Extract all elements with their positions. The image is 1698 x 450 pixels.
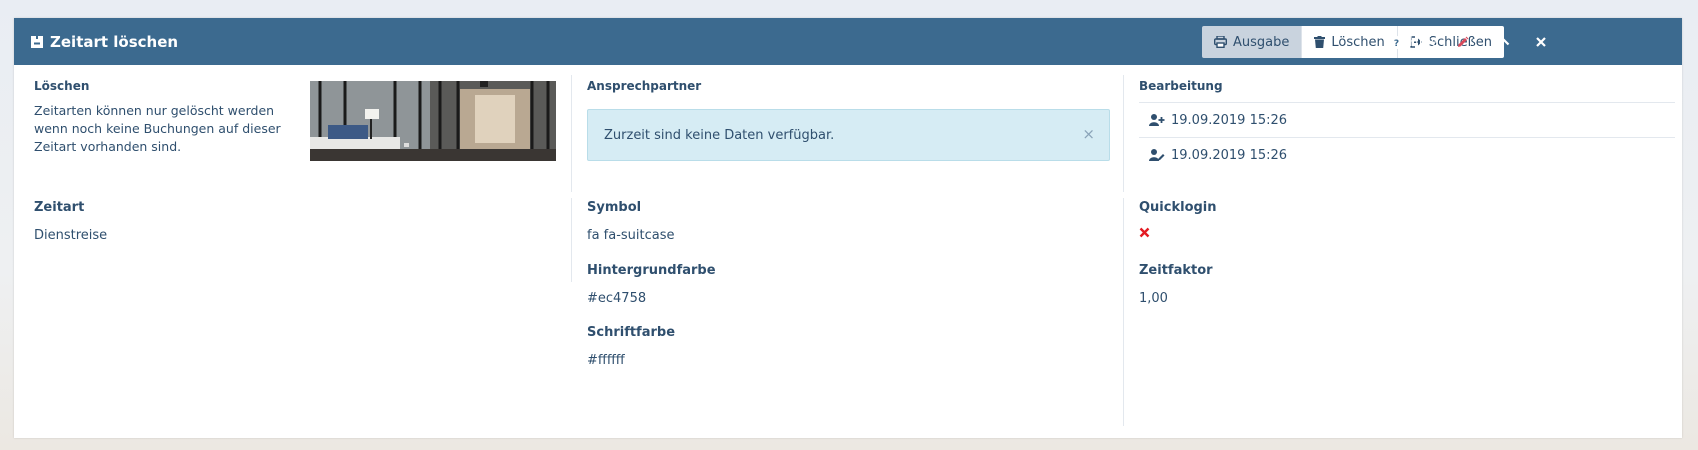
column-divider: [571, 198, 572, 282]
collapse-button[interactable]: [1498, 26, 1510, 58]
pencil-icon: [1456, 36, 1469, 49]
quicklogin-value: [1139, 227, 1150, 238]
chevron-up-icon: [1498, 38, 1510, 46]
dialog-title: Zeitart löschen: [50, 32, 179, 51]
quicklogin-label: Quicklogin: [1139, 200, 1217, 215]
zeitart-label: Zeitart: [34, 200, 85, 215]
dialog-panel: Zeitart löschen Ausgabe Löschen Schließe…: [14, 18, 1682, 438]
column-divider: [571, 75, 572, 192]
user-plus-icon: [1149, 114, 1165, 126]
modified-timestamp: 19.09.2019 15:26: [1171, 147, 1288, 163]
column-divider: [1123, 75, 1124, 192]
zeitfaktor-label: Zeitfaktor: [1139, 263, 1213, 278]
delete-button[interactable]: Löschen: [1302, 26, 1398, 58]
delete-description: Zeitarten können nur gelöscht werden wen…: [34, 103, 281, 154]
created-row: 19.09.2019 15:26: [1139, 102, 1675, 137]
bg-color-value: #ec4758: [587, 291, 647, 306]
office-photo: [310, 81, 556, 161]
print-button[interactable]: Ausgabe: [1202, 26, 1303, 58]
font-color-label: Schriftfarbe: [587, 325, 676, 340]
print-button-label: Ausgabe: [1233, 34, 1290, 50]
help-button-label: Hilfe: [1409, 34, 1439, 50]
modified-row: 19.09.2019 15:26: [1139, 137, 1675, 172]
help-button[interactable]: ? Hilfe: [1390, 26, 1439, 58]
edit-pencil-button[interactable]: [1456, 26, 1469, 58]
alert-message: Zurzeit sind keine Daten verfügbar.: [604, 127, 835, 143]
contact-section-label: Ansprechpartner: [587, 79, 702, 93]
svg-text:?: ?: [1394, 39, 1399, 49]
delete-section-label: Löschen: [34, 79, 90, 93]
bg-color-label: Hintergrundfarbe: [587, 263, 716, 278]
created-timestamp: 19.09.2019 15:26: [1171, 112, 1288, 128]
question-circle-icon: ?: [1390, 35, 1403, 49]
symbol-label: Symbol: [587, 200, 642, 215]
edit-section-label: Bearbeitung: [1139, 79, 1223, 93]
zeitfaktor-value: 1,00: [1139, 291, 1168, 306]
printer-icon: [1214, 36, 1227, 48]
symbol-value: fa fa-suitcase: [587, 228, 675, 243]
no-data-alert: Zurzeit sind keine Daten verfügbar. ×: [587, 109, 1110, 161]
zeitart-value: Dienstreise: [34, 228, 108, 243]
font-color-value: #ffffff: [587, 353, 625, 368]
cross-icon: [1139, 227, 1150, 238]
box-minus-icon: [30, 35, 44, 49]
user-edit-icon: [1149, 149, 1165, 161]
dialog-header: Zeitart löschen Ausgabe Löschen Schließe…: [14, 18, 1682, 65]
close-icon: [1536, 37, 1546, 47]
column-divider: [1123, 198, 1124, 426]
trash-icon: [1314, 36, 1326, 48]
close-x-button[interactable]: [1536, 26, 1546, 58]
alert-close-icon[interactable]: ×: [1082, 125, 1095, 143]
delete-button-label: Löschen: [1331, 34, 1385, 50]
